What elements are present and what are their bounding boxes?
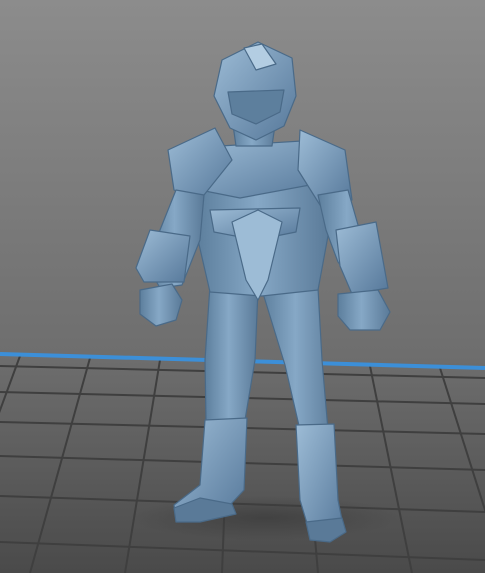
viewport-canvas[interactable]	[0, 0, 485, 573]
model-shadow	[130, 496, 400, 540]
3d-viewport[interactable]	[0, 0, 485, 573]
